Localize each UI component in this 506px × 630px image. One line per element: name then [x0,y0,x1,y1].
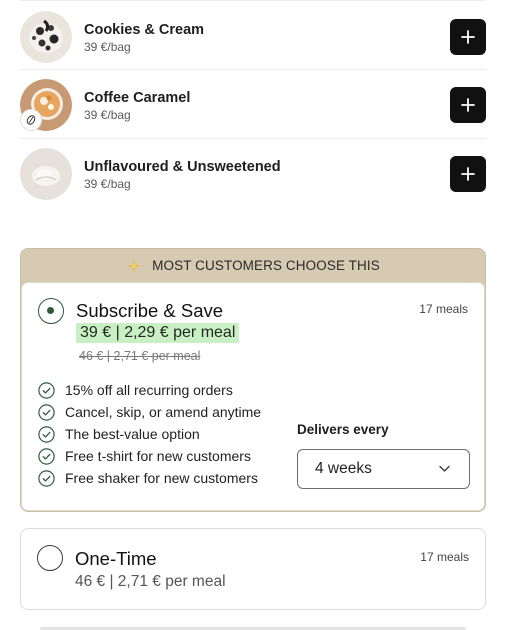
subscribe-radio[interactable] [38,298,64,324]
flavour-item-coffee-caramel: Coffee Caramel 39 €/bag [20,70,486,139]
add-cookies-cream-button[interactable] [450,19,486,55]
flavour-name: Coffee Caramel [84,90,191,106]
one-time-radio[interactable] [37,545,63,571]
sparkle-icon [127,258,142,273]
benefit-item: Free shaker for new customers [38,467,261,489]
meals-count: 17 meals [419,302,468,316]
banner-text: MOST CUSTOMERS CHOOSE THIS [152,258,380,273]
benefit-text: The best-value option [65,426,200,442]
plan-title: One-Time [75,548,157,569]
one-time-price: 46 € | 2,71 € per meal [75,573,226,590]
plus-icon [461,98,475,112]
flavour-item-cookies-cream: Cookies & Cream 39 €/bag [20,0,486,70]
benefit-item: The best-value option [38,423,261,445]
plain-powder-icon [20,148,72,200]
benefit-item: Free t-shirt for new customers [38,445,261,467]
add-coffee-caramel-button[interactable] [450,87,486,123]
add-unflavoured-button[interactable] [450,156,486,192]
subscribe-panel: Subscribe & Save 17 meals 39 € | 2,29 € … [21,282,485,511]
delivers-every-label: Delivers every [297,422,389,437]
subscription-price: 39 € | 2,29 € per meal [76,323,240,343]
check-circle-icon [38,403,55,421]
check-circle-icon [38,447,55,465]
flavour-price: 39 €/bag [84,177,131,191]
benefit-text: Free shaker for new customers [65,470,258,486]
check-circle-icon [38,425,55,443]
benefit-list: 15% off all recurring orders Cancel, ski… [38,379,261,489]
flavour-item-unflavoured: Unflavoured & Unsweetened 39 €/bag [20,139,486,208]
plan-title: Subscribe & Save [76,300,224,321]
chevron-down-icon [439,465,450,472]
benefit-item: 15% off all recurring orders [38,379,261,401]
benefit-text: Free t-shirt for new customers [65,448,251,464]
delivery-frequency-value: 4 weeks [315,460,372,477]
flavour-name: Cookies & Cream [84,22,205,38]
subscribe-save-option[interactable]: MOST CUSTOMERS CHOOSE THIS Subscribe & S… [20,248,486,512]
flavour-name: Unflavoured & Unsweetened [84,159,281,175]
check-circle-icon [38,469,55,487]
delivery-frequency-select[interactable]: 4 weeks [297,449,470,489]
benefit-text: 15% off all recurring orders [65,382,233,398]
check-circle-icon [38,381,55,399]
flavour-price: 39 €/bag [84,108,131,122]
benefit-text: Cancel, skip, or amend anytime [65,404,262,420]
flavour-list: Cookies & Cream 39 €/bag Coffee Caramel … [20,0,486,208]
cookies-cream-powder-icon [20,11,72,63]
one-time-option[interactable]: One-Time 17 meals 46 € | 2,71 € per meal [20,528,486,610]
recommendation-banner: MOST CUSTOMERS CHOOSE THIS [21,249,485,282]
benefit-item: Cancel, skip, or amend anytime [38,401,261,423]
original-price: 46 € | 2,71 € per meal [79,349,201,363]
flavour-price: 39 €/bag [84,40,131,54]
plus-icon [461,167,475,181]
plus-icon [461,30,475,44]
meals-count: 17 meals [420,550,469,564]
coffee-bean-icon [20,109,42,131]
